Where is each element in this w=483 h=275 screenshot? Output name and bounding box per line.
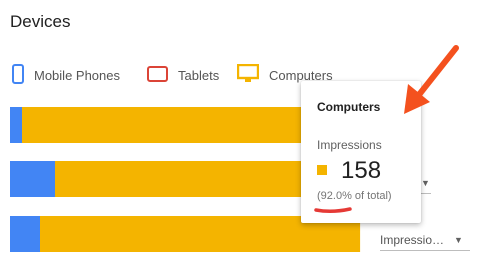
- computer-icon: [236, 63, 260, 87]
- metric-dropdown[interactable]: Impressio… ▼: [380, 230, 470, 251]
- tooltip-metric-label: Impressions: [317, 138, 382, 152]
- phone-icon: [12, 63, 24, 87]
- tooltip-share-of-total: (92.0% of total): [317, 190, 392, 202]
- tablet-icon: [147, 65, 168, 85]
- dropdown-label: Impressio…: [380, 233, 445, 247]
- annotation-arrow-icon: [404, 45, 459, 114]
- bar-segment-mobile-phones[interactable]: [10, 161, 57, 197]
- tooltip-color-swatch: [317, 165, 327, 175]
- page-title: Devices: [10, 12, 71, 31]
- legend-label: Mobile Phones: [34, 67, 120, 83]
- legend-item-mobile-phones[interactable]: Mobile Phones: [12, 63, 120, 87]
- bar-segment-mobile-phones[interactable]: [10, 216, 42, 252]
- dropdown-arrow-icon: ▼: [421, 178, 430, 188]
- annotation-underline: [314, 207, 352, 214]
- tooltip-title: Computers: [317, 100, 381, 114]
- legend-label: Tablets: [178, 67, 220, 83]
- legend-item-tablets[interactable]: Tablets: [147, 64, 219, 86]
- metric-dropdown-hidden[interactable]: ▼: [421, 173, 431, 194]
- dropdown-arrow-icon: ▼: [454, 235, 463, 245]
- tooltip-value: 158: [341, 157, 382, 184]
